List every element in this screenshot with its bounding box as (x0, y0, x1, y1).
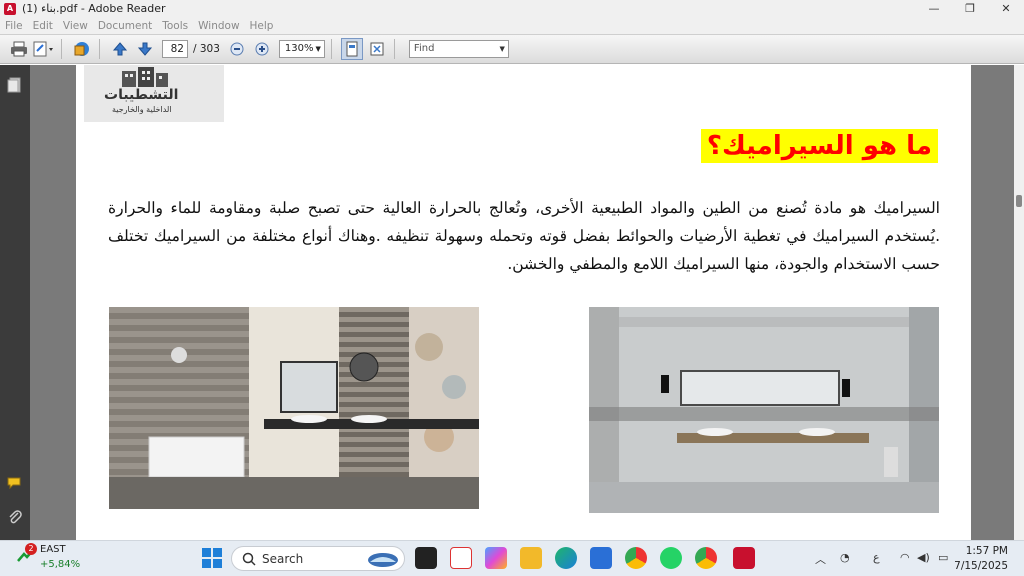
clock-date: 7/15/2025 (954, 560, 1008, 572)
company-logo: التشطيبات الداخلية والخارجية (84, 65, 224, 122)
navigation-pane (0, 65, 30, 540)
language-indicator[interactable]: ع (873, 551, 880, 564)
menu-bar: File Edit View Document Tools Window Hel… (0, 17, 1024, 34)
search-highlight-icon (368, 553, 398, 567)
scrollbar-thumb[interactable] (1016, 195, 1022, 207)
comments-panel-icon[interactable] (7, 475, 23, 491)
chevron-up-icon[interactable]: ︿ (815, 551, 826, 567)
menu-document[interactable]: Document (93, 20, 157, 32)
document-viewport[interactable]: التشطيبات الداخلية والخارجية ما هو السير… (30, 65, 1014, 540)
bathroom-photo-right (589, 307, 939, 513)
pdf-page: التشطيبات الداخلية والخارجية ما هو السير… (76, 65, 971, 540)
volume-icon[interactable]: ◀) (917, 551, 930, 564)
window-title: بناء (1).pdf - Adobe Reader (22, 2, 166, 15)
task-view-icon[interactable] (415, 547, 437, 569)
zoom-level-select[interactable]: 130% ▼ (278, 40, 325, 58)
file-explorer-icon[interactable] (520, 547, 542, 569)
maximize-button[interactable]: ❐ (952, 0, 988, 17)
menu-edit[interactable]: Edit (28, 20, 58, 32)
battery-icon[interactable]: ▭ (938, 551, 948, 564)
menu-file[interactable]: File (0, 20, 28, 32)
menu-tools[interactable]: Tools (157, 20, 193, 32)
window-controls: — ❐ ✕ (916, 0, 1024, 17)
page-number-input[interactable]: 82 (162, 40, 188, 58)
attachments-panel-icon[interactable] (7, 509, 23, 525)
zoom-out-icon[interactable] (226, 38, 248, 60)
find-placeholder: Find (413, 43, 435, 54)
logo-title: التشطيبات (104, 87, 179, 103)
taskbar: 2 EAST +5,84% Search ︿ ◔ ع ◠ ◀) ▭ 1:57 P… (0, 540, 1024, 576)
toolbar-separator (330, 39, 332, 59)
body-paragraph: السيراميك هو مادة تُصنع من الطين والمواد… (108, 199, 940, 273)
search-icon (242, 552, 256, 566)
system-clock[interactable]: 1:57 PM 7/15/2025 (954, 544, 1008, 574)
copilot-icon[interactable] (485, 547, 507, 569)
vertical-scrollbar[interactable] (1014, 65, 1024, 540)
logo-subtitle: الداخلية والخارجية (112, 105, 172, 114)
stock-name: EAST (40, 544, 66, 555)
notification-badge: 2 (25, 543, 37, 555)
pages-panel-icon[interactable] (7, 77, 23, 93)
toolbar-separator (393, 39, 395, 59)
adobe-reader-icon: A (4, 2, 16, 15)
windows-start-icon[interactable] (201, 547, 223, 569)
zoom-in-icon[interactable] (251, 38, 273, 60)
close-button[interactable]: ✕ (988, 0, 1024, 17)
adobe-reader-taskbar-icon[interactable] (733, 547, 755, 569)
share-icon[interactable] (71, 38, 93, 60)
microsoft-store-icon[interactable] (590, 547, 612, 569)
menu-view[interactable]: View (58, 20, 93, 32)
bathroom-photo-left (109, 307, 479, 509)
section-heading: ما هو السيراميك؟ (700, 129, 938, 163)
minimize-button[interactable]: — (916, 0, 952, 17)
toolbar-separator (99, 39, 100, 59)
zoom-level-value: 130% (284, 43, 314, 54)
page-total: / 303 (193, 43, 220, 55)
chevron-down-icon: ▼ (499, 45, 505, 53)
chevron-down-icon: ▼ (315, 45, 321, 53)
edge-icon[interactable] (555, 547, 577, 569)
find-input[interactable]: Find ▼ (408, 40, 509, 58)
toolbar: 82 / 303 130% ▼ Find ▼ (0, 34, 1024, 64)
chrome-profile-icon[interactable] (695, 547, 717, 569)
snipping-tool-icon[interactable] (450, 547, 472, 569)
taskbar-search[interactable]: Search (231, 546, 405, 571)
search-label: Search (262, 552, 304, 566)
toolbar-separator (61, 39, 62, 59)
menu-window[interactable]: Window (193, 20, 244, 32)
menu-help[interactable]: Help (245, 20, 279, 32)
stock-change: +5,84% (40, 559, 81, 570)
clock-time: 1:57 PM (965, 545, 1008, 557)
whatsapp-icon[interactable] (660, 547, 682, 569)
title-bar: A بناء (1).pdf - Adobe Reader — ❐ ✕ (0, 0, 1024, 17)
fit-page-icon[interactable] (340, 38, 363, 60)
previous-page-icon[interactable] (109, 38, 131, 60)
edit-sign-icon[interactable] (33, 38, 55, 60)
full-screen-icon[interactable] (366, 38, 388, 60)
next-page-icon[interactable] (134, 38, 156, 60)
wifi-icon[interactable]: ◠ (900, 551, 910, 564)
chrome-icon[interactable] (625, 547, 647, 569)
network-icon[interactable]: ◔ (840, 551, 850, 564)
print-icon[interactable] (8, 38, 30, 60)
